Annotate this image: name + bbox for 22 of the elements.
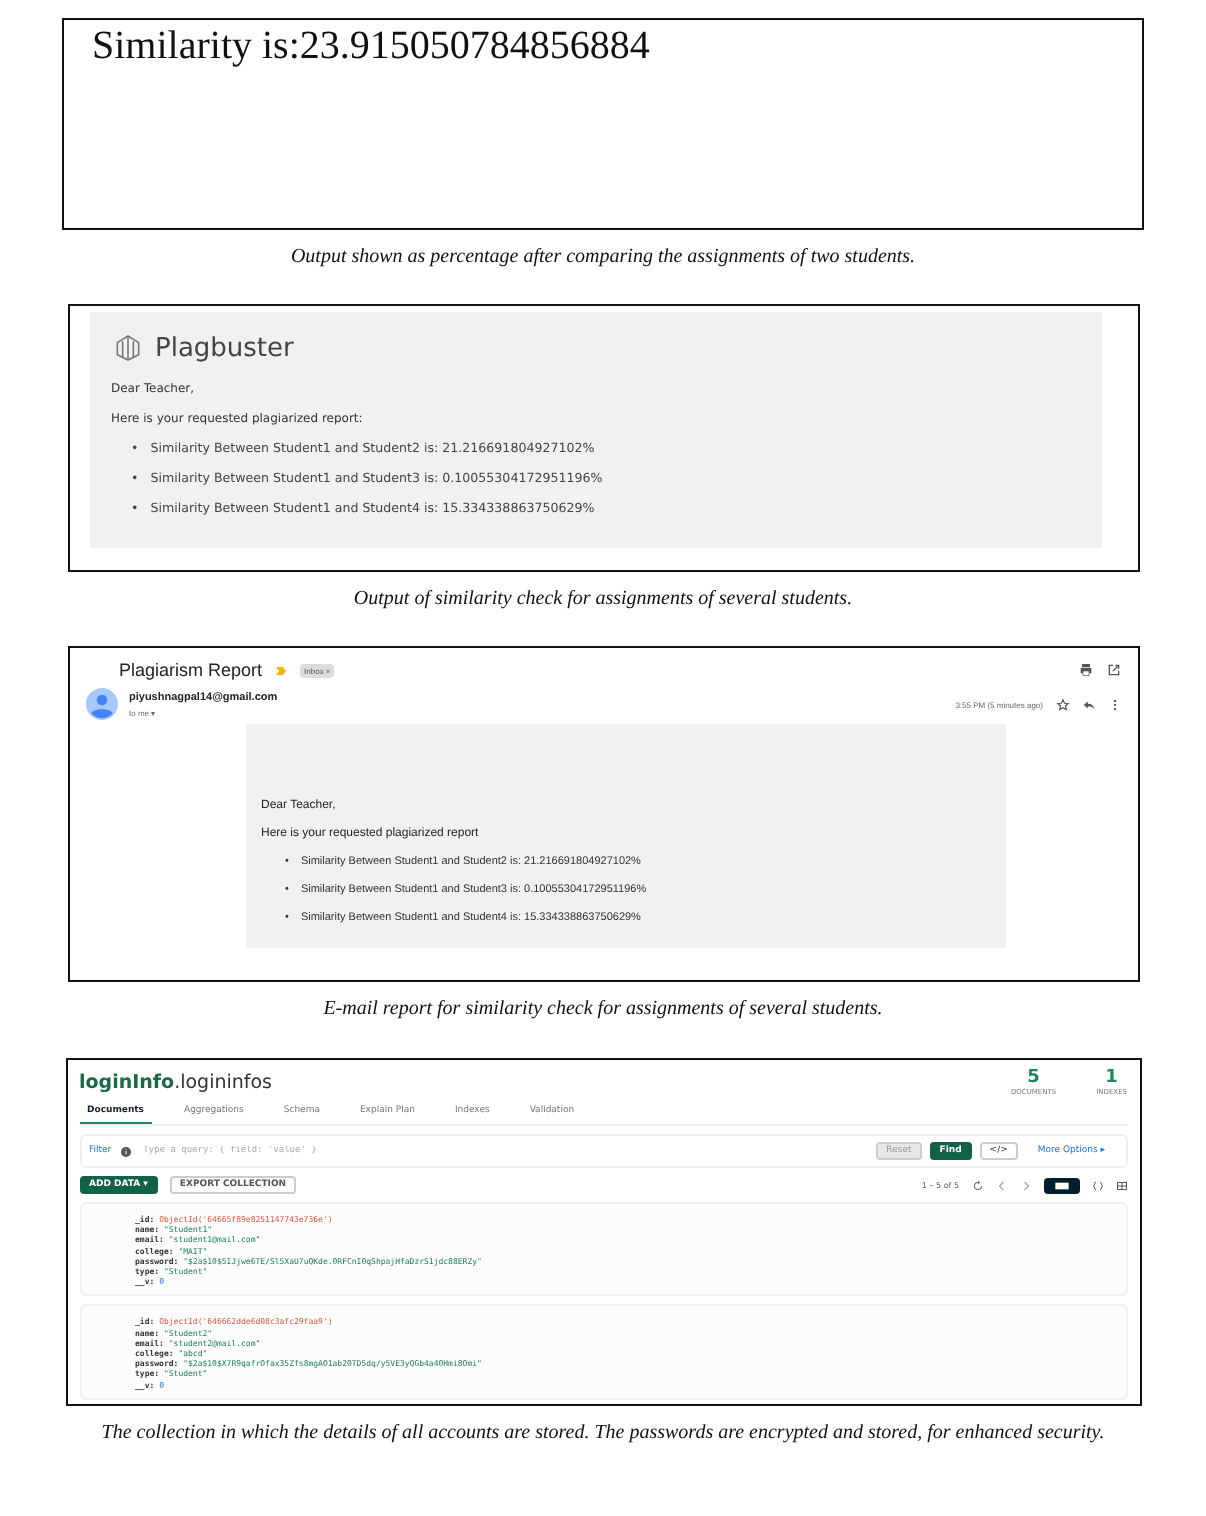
figure-caption: The collection in which the details of all accounts are stored. The passwords are encrypted and stored, for enhanced security. — [99, 1422, 1107, 1444]
figure-caption: Output shown as percentage after comparing the assignments of two students. — [288, 246, 918, 268]
figure-caption: E-mail report for similarity check for assignments of several students. — [321, 998, 885, 1020]
info-icon[interactable] — [119, 1145, 132, 1157]
refresh-icon[interactable] — [971, 1179, 983, 1191]
logo-icon — [111, 332, 143, 364]
email-subject: Plagiarism Report — [119, 660, 263, 680]
important-icon — [274, 663, 289, 677]
print-icon[interactable] — [1077, 662, 1093, 678]
stat-value: 5 — [1027, 1068, 1040, 1088]
reply-icon[interactable] — [1081, 697, 1095, 711]
open-new-window-icon[interactable] — [1105, 662, 1121, 678]
figure-caption: Output of similarity check for assignments of several students. — [351, 588, 855, 610]
json-view-icon[interactable] — [1091, 1179, 1103, 1191]
collection-title: loginInfo.logininfos — [79, 1071, 272, 1093]
avatar-icon — [85, 688, 117, 720]
stat-value: 1 — [1105, 1068, 1118, 1088]
list-view-icon[interactable] — [1043, 1177, 1079, 1193]
brand-name: Plagbuster — [155, 333, 294, 363]
star-icon[interactable] — [1055, 697, 1069, 711]
similarity-output: Similarity is:23.915050784856884 — [92, 24, 650, 68]
table-view-icon[interactable] — [1115, 1179, 1127, 1191]
